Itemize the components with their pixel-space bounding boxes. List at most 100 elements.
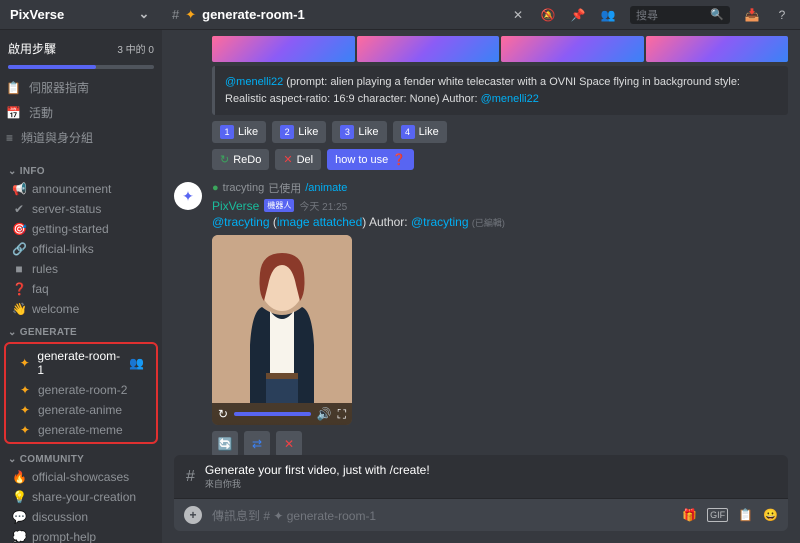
thumb-1[interactable] — [212, 36, 355, 62]
channel-prompt-help[interactable]: 💭prompt-help — [4, 527, 158, 543]
channel-generate-meme[interactable]: ✦generate-meme — [10, 420, 152, 440]
search-input[interactable]: 搜尋 🔍 — [630, 6, 730, 24]
volume-icon[interactable]: 🔊 — [317, 407, 332, 421]
redo-button[interactable]: ↻ReDo — [212, 149, 269, 170]
wave-icon: 👋 — [12, 302, 26, 316]
button-label: Del — [297, 154, 314, 166]
sys-action: 已使用 — [268, 180, 301, 196]
channel-rules[interactable]: ■rules — [4, 259, 158, 279]
channel-generate-room-1[interactable]: ✦generate-room-1👥 — [10, 346, 152, 380]
pin-icon[interactable]: 📌 — [570, 7, 586, 23]
thumb-3[interactable] — [501, 36, 644, 62]
sys-user[interactable]: tracyting — [223, 182, 265, 194]
bell-icon[interactable]: 🔕 — [540, 7, 556, 23]
sidebar-item-channels[interactable]: ≡頻道與身分組 — [0, 125, 162, 150]
like-3-button[interactable]: 3Like — [332, 121, 386, 143]
guide-icon: 📋 — [6, 81, 21, 95]
search-placeholder: 搜尋 — [636, 7, 658, 23]
fullscreen-icon[interactable]: ⛶ — [338, 407, 346, 422]
author-name[interactable]: PixVerse — [212, 199, 259, 213]
category-label: COMMUNITY — [20, 454, 84, 465]
question-icon: ❓ — [392, 153, 406, 166]
generated-image — [212, 235, 352, 403]
channel-getting-started[interactable]: 🎯getting-started — [4, 219, 158, 239]
sparkle-icon: ✦ — [185, 7, 196, 23]
channel-discussion[interactable]: 💬 discussion — [4, 507, 158, 527]
sys-command[interactable]: /animate — [305, 182, 347, 194]
category-label: GENERATE — [20, 327, 77, 338]
input-area: # Generate your first video, just with /… — [162, 455, 800, 543]
emoji-icon[interactable]: 😀 — [763, 508, 778, 522]
like-1-button[interactable]: 1Like — [212, 121, 266, 143]
del-button[interactable]: ✕ Del — [275, 149, 321, 170]
channel-welcome[interactable]: 👋welcome — [4, 299, 158, 319]
channel-name: generate-room-1 — [202, 7, 305, 22]
replay-icon[interactable]: ↻ — [218, 407, 228, 421]
refresh-button[interactable]: 🔄 — [212, 431, 238, 455]
refresh-icon: 🔄 — [218, 437, 233, 451]
sparkle-icon: ✦ — [18, 383, 32, 397]
mention[interactable]: @tracyting — [411, 215, 469, 229]
channel-showcases[interactable]: 🔥official-showcases — [4, 467, 158, 487]
channel-official-links[interactable]: 🔗official-links — [4, 239, 158, 259]
chat-icon: 💬 — [12, 510, 26, 524]
onboard-header[interactable]: 啟用步驟 3 中的 0 — [8, 36, 154, 61]
gif-icon[interactable]: GIF — [707, 508, 728, 522]
sidebar-item-events[interactable]: 📅活動 — [0, 100, 162, 125]
x-icon: ✕ — [284, 437, 294, 451]
progress-bar[interactable] — [234, 412, 311, 416]
channel-label: generate-room-2 — [38, 383, 127, 397]
onboard-title: 啟用步驟 — [8, 40, 56, 57]
sidebar-item-label: 頻道與身分組 — [21, 129, 93, 146]
inbox-icon[interactable]: 📥 — [744, 7, 760, 23]
channel-faq[interactable]: ❓faq — [4, 279, 158, 299]
attachment-link[interactable]: image attatched — [277, 215, 362, 229]
category-info[interactable]: ⌄ INFO — [0, 158, 162, 179]
help-icon[interactable]: ? — [774, 7, 790, 23]
thumb-4[interactable] — [646, 36, 789, 62]
channel-announcement[interactable]: 📢announcement — [4, 179, 158, 199]
channel-server-status[interactable]: ✔server-status — [4, 199, 158, 219]
members-icon[interactable]: 👥 — [600, 7, 616, 23]
channel-label: generate-anime — [38, 403, 122, 417]
button-label: how to use — [335, 154, 388, 166]
category-generate[interactable]: ⌄ GENERATE — [0, 319, 162, 340]
gift-icon[interactable]: 🎁 — [682, 508, 697, 522]
mention[interactable]: @menelli22 — [225, 76, 283, 88]
bulb-icon: 💡 — [12, 490, 26, 504]
category-label: INFO — [20, 166, 45, 177]
channel-share[interactable]: 💡share-your-creation — [4, 487, 158, 507]
message-input[interactable]: + 傳訊息到 # ✦ generate-room-1 🎁 GIF 📋 😀 — [174, 499, 788, 531]
channel-label: official-showcases — [32, 470, 129, 484]
thumb-2[interactable] — [357, 36, 500, 62]
x-icon: ✕ — [283, 153, 292, 166]
threads-icon[interactable]: ✕ — [510, 7, 526, 23]
like-2-button[interactable]: 2Like — [272, 121, 326, 143]
image-grid[interactable] — [212, 36, 788, 62]
delete-button[interactable]: ✕ — [276, 431, 302, 455]
welcome-banner: # Generate your first video, just with /… — [174, 455, 788, 499]
video-preview[interactable]: ↻ 🔊 ⛶ — [212, 235, 352, 425]
channel-label: discussion — [32, 510, 88, 524]
like-4-button[interactable]: 4Like — [393, 121, 447, 143]
add-attachment-button[interactable]: + — [184, 506, 202, 524]
channel-label: rules — [32, 262, 58, 276]
channel-label: getting-started — [32, 222, 109, 236]
server-name-label: PixVerse — [10, 7, 64, 22]
bot-avatar[interactable]: ✦ — [174, 182, 202, 210]
mention[interactable]: @tracyting — [212, 215, 270, 229]
sidebar-item-guide[interactable]: 📋 伺服器指南 — [0, 75, 162, 100]
message: ✦ ● tracyting 已使用 /animate PixVerse 機器人 … — [174, 180, 788, 455]
channel-generate-room-2[interactable]: ✦ generate-room-2 — [10, 380, 152, 400]
category-community[interactable]: ⌄ COMMUNITY — [0, 446, 162, 467]
shuffle-button[interactable]: ⇄ — [244, 431, 270, 455]
embed-block: @menelli22 (prompt: alien playing a fend… — [212, 66, 788, 115]
howto-button[interactable]: how to use ❓ — [327, 149, 414, 170]
mention[interactable]: @menelli22 — [481, 93, 539, 105]
channel-generate-anime[interactable]: ✦generate-anime — [10, 400, 152, 420]
server-name-header[interactable]: PixVerse ⌄ — [0, 0, 162, 30]
sticker-icon[interactable]: 📋 — [738, 508, 753, 522]
timestamp: 今天 21:25 — [299, 198, 347, 213]
sidebar-item-label: 伺服器指南 — [29, 79, 89, 96]
input-placeholder: 傳訊息到 # ✦ generate-room-1 — [212, 507, 672, 524]
